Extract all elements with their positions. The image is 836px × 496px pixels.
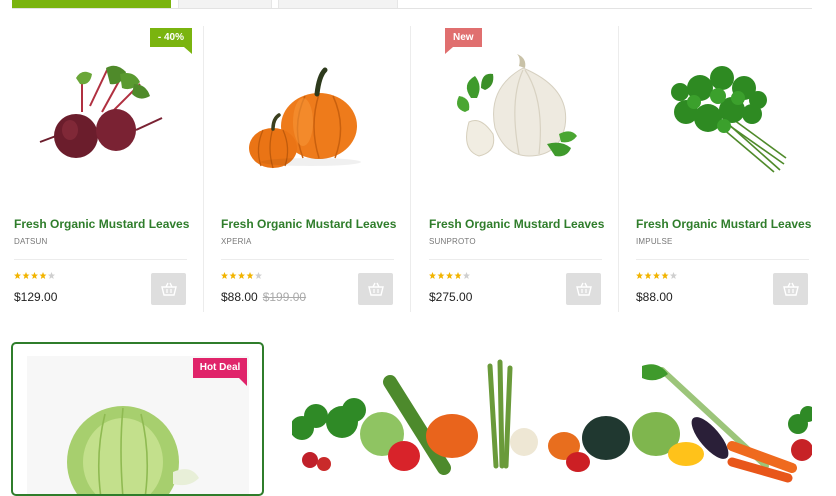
- card-rule: [221, 259, 394, 260]
- old-price: $199.00: [262, 290, 307, 304]
- pumpkin-image[interactable]: [219, 26, 411, 206]
- star-icon: [670, 272, 677, 279]
- star-icon: [39, 272, 47, 279]
- star-icon: [446, 272, 453, 279]
- price-row: $275.00: [429, 290, 472, 304]
- beetroot-image[interactable]: [12, 26, 204, 206]
- price-row: $88.00: [636, 290, 673, 304]
- product-title[interactable]: Fresh Organic Mustard Leaves: [221, 217, 396, 231]
- star-icon: [48, 272, 55, 279]
- star-icon: [429, 272, 436, 279]
- product-brand: XPERIA: [221, 237, 252, 246]
- tab-active[interactable]: [12, 0, 171, 8]
- star-icon: [463, 272, 470, 279]
- product-title[interactable]: Fresh Organic Mustard Leaves: [429, 217, 604, 231]
- product-title[interactable]: Fresh Organic Mustard Leaves: [14, 217, 189, 231]
- add-to-cart-button[interactable]: [773, 273, 808, 305]
- star-icon: [14, 272, 21, 279]
- star-rating: [14, 272, 55, 279]
- tab-divider: [12, 8, 812, 9]
- star-icon: [644, 272, 652, 279]
- category-tabs: [0, 0, 812, 10]
- star-icon: [454, 272, 462, 279]
- star-rating: [429, 272, 470, 279]
- price-row: $88.00 $199.00: [221, 290, 306, 304]
- basket-icon: [782, 282, 799, 296]
- discount-badge: - 40%: [149, 28, 193, 54]
- basket-icon: [575, 282, 592, 296]
- add-to-cart-button[interactable]: [566, 273, 601, 305]
- basket-icon: [160, 282, 177, 296]
- basket-icon: [367, 282, 384, 296]
- star-rating: [221, 272, 262, 279]
- parsley-image[interactable]: [634, 26, 826, 206]
- product-price: $129.00: [14, 290, 58, 304]
- star-icon: [238, 272, 245, 279]
- card-rule: [14, 259, 187, 260]
- star-icon: [653, 272, 660, 279]
- tab-second[interactable]: [178, 0, 272, 8]
- card-rule: [636, 259, 809, 260]
- product-card[interactable]: Fresh Organic Mustard Leaves IMPULSE $88…: [634, 26, 826, 312]
- star-icon: [31, 272, 38, 279]
- star-icon: [221, 272, 228, 279]
- vegetables-row-image: [292, 359, 812, 483]
- star-icon: [229, 272, 237, 279]
- product-brand: SUNPROTO: [429, 237, 476, 246]
- card-rule: [429, 259, 602, 260]
- tab-third[interactable]: [278, 0, 398, 8]
- star-icon: [437, 272, 445, 279]
- product-card[interactable]: Fresh Organic Mustard Leaves XPERIA $88.…: [219, 26, 411, 312]
- star-rating: [636, 272, 677, 279]
- star-icon: [636, 272, 643, 279]
- star-icon: [22, 272, 30, 279]
- vegetables-banner[interactable]: [292, 342, 812, 484]
- product-brand: DATSUN: [14, 237, 48, 246]
- product-brand: IMPULSE: [636, 237, 673, 246]
- product-price: $275.00: [429, 290, 473, 304]
- star-icon: [246, 272, 254, 279]
- star-icon: [255, 272, 262, 279]
- product-card[interactable]: - 40% Fresh Organic Mustard Leaves DATSU…: [12, 26, 204, 312]
- product-card[interactable]: New Fresh Organic Mustard Leaves SUNPROT…: [427, 26, 619, 312]
- star-icon: [661, 272, 669, 279]
- add-to-cart-button[interactable]: [358, 273, 393, 305]
- hot-deal-badge: Hot Deal: [193, 358, 247, 386]
- price-row: $129.00: [14, 290, 57, 304]
- product-title[interactable]: Fresh Organic Mustard Leaves: [636, 217, 811, 231]
- product-price: $88.00: [221, 290, 258, 304]
- add-to-cart-button[interactable]: [151, 273, 186, 305]
- garlic-image[interactable]: [427, 26, 619, 206]
- new-badge: New: [445, 28, 482, 54]
- product-price: $88.00: [636, 290, 673, 304]
